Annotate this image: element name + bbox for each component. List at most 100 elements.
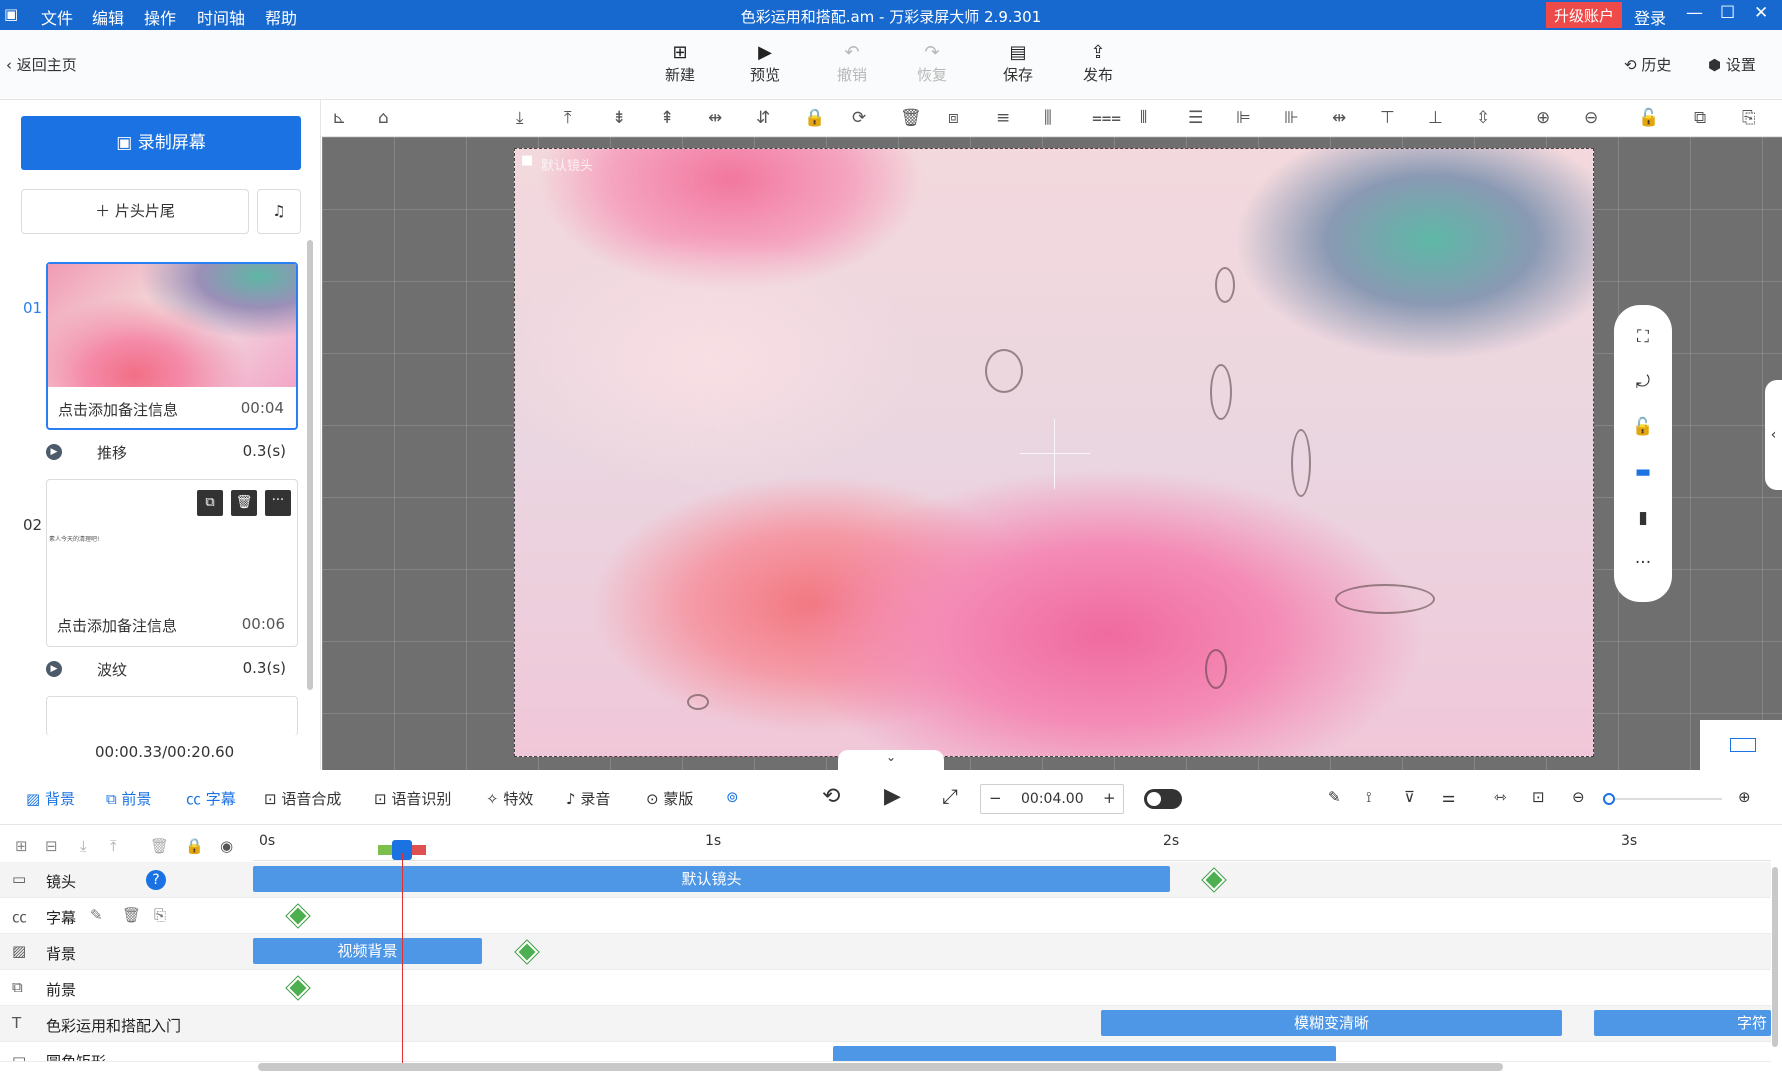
intro-outro-button[interactable]: ＋ 片头片尾 [21, 189, 249, 234]
zoom-slider[interactable] [1603, 793, 1722, 805]
stage-image[interactable]: ■ 默认镜头 [514, 148, 1594, 757]
transition-item[interactable]: ▶ 波纹 0.3(s) [46, 657, 298, 681]
text-effect-clip-2[interactable]: 字符 [1594, 1010, 1771, 1036]
plus-button[interactable]: + [1103, 789, 1116, 807]
ruler-icon[interactable]: ⊾ [332, 108, 346, 128]
minimap-panel[interactable] [1700, 720, 1782, 770]
align-bottom-edge-icon[interactable]: ⊥ [1428, 108, 1443, 128]
undo-button[interactable]: ↶ 撤销 [822, 42, 882, 85]
unlock-icon[interactable]: 🔓 [1614, 417, 1672, 437]
track-foreground[interactable]: ⧉ 前景 [0, 970, 1771, 1006]
rotate-icon[interactable]: ⟳ [852, 108, 866, 128]
move-up-icon[interactable]: ⤒ [110, 837, 117, 855]
tool-subtitle[interactable]: ㏄ 字幕 [186, 788, 236, 809]
shape-clip[interactable] [833, 1046, 1336, 1061]
camera-clip[interactable]: 默认镜头 [253, 866, 1170, 892]
new-folder-icon[interactable]: ⊟ [45, 837, 58, 855]
align-middle-icon[interactable]: ⩶ [1092, 108, 1121, 128]
adjust-icon[interactable]: ⚌ [1442, 788, 1455, 806]
edit-icon[interactable]: ✎ [1328, 788, 1341, 806]
center-v-icon[interactable]: ⇳ [1476, 108, 1490, 128]
collapse-canvas-button[interactable]: ⌄ [838, 750, 944, 770]
delete-icon[interactable]: 🗑 [900, 108, 922, 128]
text-effect-clip[interactable]: 模糊变清晰 [1101, 1010, 1562, 1036]
track-camera[interactable]: ▭ 镜头 ? 默认镜头 [0, 862, 1771, 898]
delete-scene-button[interactable]: 🗑 [231, 490, 257, 516]
unlock-icon[interactable]: 🔓 [1638, 108, 1659, 128]
settings-button[interactable]: ⬢ 设置 [1708, 54, 1756, 75]
tool-asr[interactable]: ⊡ 语音识别 [374, 788, 451, 809]
time-stepper[interactable]: − 00:04.00 + [980, 784, 1124, 814]
zoom-out-timeline-icon[interactable]: ⊖ [1572, 788, 1585, 806]
music-button[interactable]: ♫ [257, 189, 301, 234]
tool-tts[interactable]: ⊡ 语音合成 [264, 788, 341, 809]
eye-icon[interactable]: ◉ [220, 837, 233, 855]
publish-button[interactable]: ⇪ 发布 [1068, 42, 1128, 85]
align-right-icon[interactable]: ⊪ [1284, 108, 1299, 128]
fit-width-icon[interactable]: ⇿ [1494, 788, 1507, 806]
more-icon[interactable]: ··· [1614, 553, 1672, 573]
scene-card-1[interactable]: 点击添加备注信息 00:04 [46, 262, 298, 430]
delete-subtitle-icon[interactable]: 🗑 [122, 906, 141, 924]
lock-icon[interactable]: 🔒 [804, 108, 825, 128]
send-backward-icon[interactable]: ⇞ [660, 108, 674, 128]
time-ruler[interactable]: 0s 1s 2s 3s [253, 825, 1771, 861]
fullscreen-icon[interactable]: ⤢ [942, 784, 958, 808]
split-icon[interactable]: ⟟ [1366, 788, 1372, 806]
home-icon[interactable]: ⌂ [378, 108, 389, 128]
back-home-button[interactable]: ‹ 返回主页 [6, 54, 77, 75]
scene-note[interactable]: 点击添加备注信息 [57, 615, 177, 636]
keyframe-add-icon[interactable] [515, 940, 539, 964]
duplicate-scene-button[interactable]: ⧉ [197, 490, 223, 516]
minus-button[interactable]: − [989, 789, 1002, 807]
login-button[interactable]: 登录 [1634, 5, 1666, 29]
scene-card-2[interactable]: 素人今天的清理吧! ⧉ 🗑 ··· 点击添加备注信息 00:06 [46, 479, 298, 647]
track-background[interactable]: ▨ 背景 视频背景 [0, 934, 1771, 970]
zoom-in-icon[interactable]: ⊕ [1536, 108, 1550, 128]
time-value[interactable]: 00:04.00 [1021, 791, 1084, 807]
expand-panel-button[interactable]: ‹ [1765, 380, 1782, 490]
save-button[interactable]: ▤ 保存 [988, 42, 1048, 85]
edit-subtitle-icon[interactable]: ✎ [90, 906, 103, 924]
range-start-marker[interactable] [378, 845, 392, 855]
scene-note[interactable]: 点击添加备注信息 [58, 399, 178, 420]
new-button[interactable]: ⊞ 新建 [650, 42, 710, 85]
replay-icon[interactable]: ⟲ [822, 784, 840, 809]
track-text[interactable]: T 色彩运用和搭配入门 模糊变清晰 字符 [0, 1006, 1771, 1042]
record-screen-button[interactable]: ▣ 录制屏幕 [21, 116, 301, 170]
align-center-icon[interactable]: ≡ [996, 108, 1010, 128]
track-subtitle[interactable]: ㏄ 字幕 ✎ 🗑 ⎘ [0, 898, 1771, 934]
help-icon[interactable]: ? [146, 870, 166, 890]
toggle-switch[interactable] [1144, 789, 1182, 809]
paste-icon[interactable]: ⎘ [1742, 108, 1756, 128]
import-subtitle-icon[interactable]: ⎘ [154, 906, 166, 924]
phone-icon[interactable]: ▮ [1614, 508, 1672, 528]
zoom-in-timeline-icon[interactable]: ⊕ [1738, 788, 1751, 806]
tool-effects[interactable]: ✧ 特效 [486, 788, 533, 809]
track-rounded-rect[interactable]: ▭ 圆角矩形 [0, 1042, 1771, 1062]
keyframe-add-icon[interactable] [286, 904, 310, 928]
move-down-icon[interactable]: ⤓ [80, 837, 87, 855]
tool-mask[interactable]: ⊙ 蒙版 [646, 788, 693, 809]
screen-icon[interactable]: ▬ [1614, 462, 1672, 482]
tool-record-audio[interactable]: ♪ 录音 [566, 788, 610, 809]
distribute-icon[interactable]: ⫼ [1044, 108, 1052, 128]
background-clip[interactable]: 视频背景 [253, 938, 482, 964]
keyframe-add-icon[interactable] [1202, 868, 1226, 892]
maximize-button[interactable]: ☐ [1720, 3, 1735, 23]
distribute-v-icon[interactable]: ☰ [1188, 108, 1203, 128]
horizontal-scrollbar[interactable] [258, 1063, 1503, 1071]
scene-card-3[interactable] [46, 696, 298, 736]
tool-background[interactable]: ▨ 背景 [26, 788, 75, 809]
center-h-icon[interactable]: ⇹ [1332, 108, 1346, 128]
scene-scrollbar[interactable] [307, 240, 313, 690]
preview-button[interactable]: ▶ 预览 [735, 42, 795, 85]
bring-forward-icon[interactable]: ⇟ [612, 108, 626, 128]
rotate-icon[interactable]: ⤾ [1614, 372, 1672, 392]
history-button[interactable]: ⟲ 历史 [1624, 54, 1671, 75]
keyframe-add-icon[interactable] [286, 976, 310, 1000]
play-button[interactable]: ▶ [884, 784, 901, 809]
more-tools-icon[interactable]: ⊚ [726, 788, 739, 806]
align-top-icon[interactable]: ⤒ [564, 108, 572, 128]
copy-icon[interactable]: ⧉ [1694, 108, 1706, 128]
